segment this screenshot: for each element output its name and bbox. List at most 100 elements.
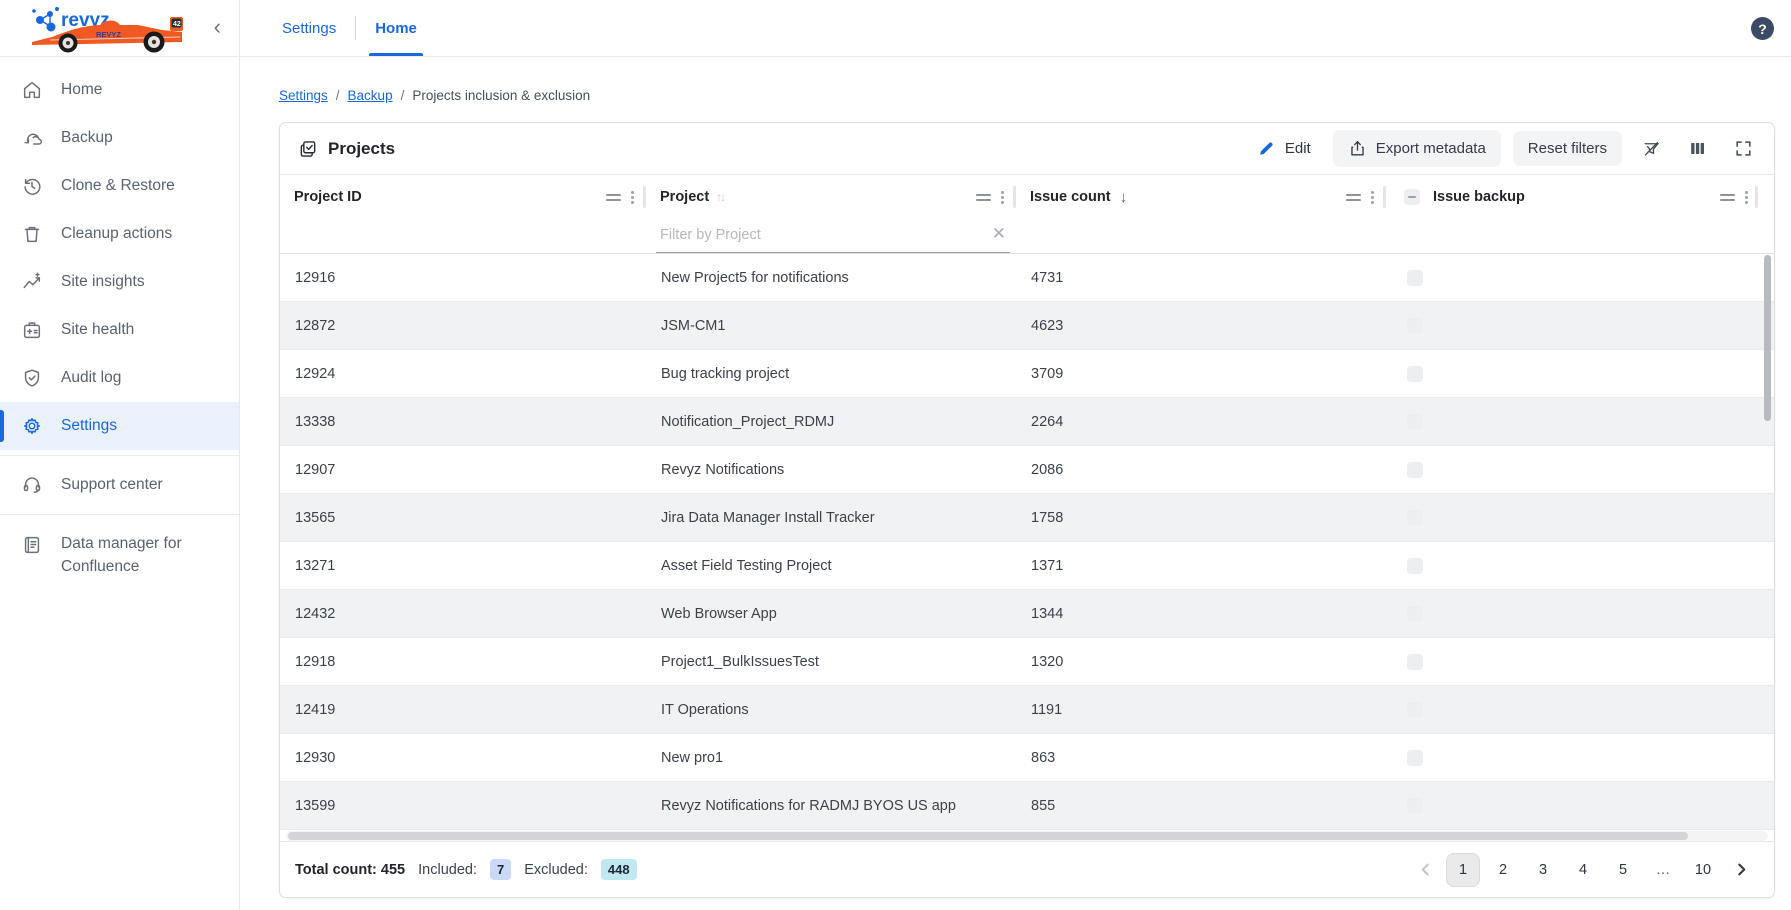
column-label: Project bbox=[660, 189, 709, 205]
sidebar: revyz 42 REVYZ ‹ Home bbox=[0, 0, 240, 910]
vertical-scrollbar[interactable] bbox=[1764, 255, 1771, 898]
issue-backup-checkbox[interactable] bbox=[1407, 414, 1423, 430]
filter-off-icon bbox=[1642, 139, 1661, 158]
sidebar-item-label: Support center bbox=[61, 476, 163, 494]
column-drag-handle[interactable] bbox=[1346, 194, 1361, 201]
previous-page-icon[interactable] bbox=[1410, 853, 1440, 887]
table-row[interactable]: 12872 JSM-CM1 4623 bbox=[280, 302, 1774, 350]
column-drag-handle[interactable] bbox=[1720, 194, 1735, 201]
export-metadata-button[interactable]: Export metadata bbox=[1333, 130, 1501, 167]
page-button-4[interactable]: 4 bbox=[1566, 853, 1600, 887]
health-badge-icon bbox=[21, 319, 43, 341]
table-row[interactable]: 12907 Revyz Notifications 2086 bbox=[280, 446, 1774, 494]
table-row[interactable]: 12916 New Project5 for notifications 473… bbox=[280, 254, 1774, 302]
help-icon[interactable]: ? bbox=[1751, 17, 1774, 40]
issue-backup-checkbox[interactable] bbox=[1407, 558, 1423, 574]
filter-off-button[interactable] bbox=[1634, 134, 1668, 164]
sidebar-item-cleanup-actions[interactable]: Cleanup actions bbox=[0, 210, 239, 258]
table-row[interactable]: 12419 IT Operations 1191 bbox=[280, 686, 1774, 734]
sidebar-item-backup[interactable]: Backup bbox=[0, 114, 239, 162]
table-row[interactable]: 12918 Project1_BulkIssuesTest 1320 bbox=[280, 638, 1774, 686]
cell-issue-backup bbox=[1386, 494, 1774, 541]
next-page-icon[interactable] bbox=[1726, 853, 1756, 887]
table-row[interactable]: 13599 Revyz Notifications for RADMJ BYOS… bbox=[280, 782, 1774, 830]
issue-backup-checkbox[interactable] bbox=[1407, 510, 1423, 526]
horizontal-scrollbar[interactable] bbox=[286, 831, 1768, 841]
fullscreen-button[interactable] bbox=[1726, 134, 1760, 164]
sort-desc-icon[interactable]: ↓ bbox=[1120, 189, 1128, 206]
issue-backup-checkbox[interactable] bbox=[1407, 606, 1423, 622]
column-menu-icon[interactable] bbox=[1001, 191, 1004, 204]
issue-backup-checkbox[interactable] bbox=[1407, 750, 1423, 766]
horizontal-scrollbar-thumb[interactable] bbox=[288, 832, 1688, 840]
sidebar-item-home[interactable]: Home bbox=[0, 66, 239, 114]
sidebar-divider bbox=[0, 455, 239, 456]
columns-button[interactable] bbox=[1680, 134, 1714, 164]
vertical-scrollbar-thumb[interactable] bbox=[1764, 255, 1771, 421]
cell-issue-count: 1320 bbox=[1016, 638, 1386, 685]
column-header-issue-count[interactable]: Issue count ↓ bbox=[1016, 175, 1386, 219]
clear-filter-icon[interactable]: ✕ bbox=[988, 224, 1010, 248]
cell-issue-backup bbox=[1386, 782, 1774, 829]
tab-settings[interactable]: Settings bbox=[278, 0, 340, 56]
column-drag-handle[interactable] bbox=[976, 194, 991, 201]
column-header-project[interactable]: Project ↑↓ bbox=[646, 175, 1016, 219]
cell-project: IT Operations bbox=[646, 686, 1016, 733]
table-row[interactable]: 12924 Bug tracking project 3709 bbox=[280, 350, 1774, 398]
select-all-checkbox[interactable] bbox=[1404, 189, 1420, 205]
sidebar-collapse-icon[interactable]: ‹ bbox=[214, 16, 221, 38]
projects-card: Projects Edit Export metadata Reset filt… bbox=[279, 122, 1775, 898]
sidebar-item-site-insights[interactable]: Site insights bbox=[0, 258, 239, 306]
issue-backup-checkbox[interactable] bbox=[1407, 462, 1423, 478]
sidebar-item-audit-log[interactable]: Audit log bbox=[0, 354, 239, 402]
sidebar-item-settings[interactable]: Settings bbox=[0, 402, 239, 450]
sidebar-item-label: Backup bbox=[61, 129, 113, 147]
breadcrumb-link-settings[interactable]: Settings bbox=[279, 88, 328, 103]
page-button-5[interactable]: 5 bbox=[1606, 853, 1640, 887]
cell-issue-backup bbox=[1386, 638, 1774, 685]
pagination: 12345…10 bbox=[1410, 853, 1756, 887]
table-row[interactable]: 12432 Web Browser App 1344 bbox=[280, 590, 1774, 638]
sidebar-item-site-health[interactable]: Site health bbox=[0, 306, 239, 354]
cell-issue-count: 855 bbox=[1016, 782, 1386, 829]
column-menu-icon[interactable] bbox=[1745, 191, 1748, 204]
column-header-issue-backup[interactable]: Issue backup bbox=[1386, 175, 1774, 219]
issue-backup-checkbox[interactable] bbox=[1407, 654, 1423, 670]
sidebar-nav: Home Backup Clone & Restore Cleanup acti… bbox=[0, 66, 239, 450]
sidebar-item-support-center[interactable]: Support center bbox=[0, 461, 239, 509]
page-button-10[interactable]: 10 bbox=[1686, 853, 1720, 887]
page-content: Settings / Backup / Projects inclusion &… bbox=[240, 57, 1791, 910]
issue-backup-checkbox[interactable] bbox=[1407, 270, 1423, 286]
cell-project: New Project5 for notifications bbox=[646, 254, 1016, 301]
column-drag-handle[interactable] bbox=[606, 194, 621, 201]
table-row[interactable]: 13271 Asset Field Testing Project 1371 bbox=[280, 542, 1774, 590]
edit-button[interactable]: Edit bbox=[1247, 132, 1321, 165]
filter-by-project-input[interactable] bbox=[656, 223, 988, 249]
table-row[interactable]: 13565 Jira Data Manager Install Tracker … bbox=[280, 494, 1774, 542]
tab-home[interactable]: Home bbox=[371, 0, 421, 56]
sidebar-item-data-manager-confluence[interactable]: Data manager for Confluence bbox=[0, 520, 239, 590]
table-row[interactable]: 12930 New pro1 863 bbox=[280, 734, 1774, 782]
column-menu-icon[interactable] bbox=[1371, 191, 1374, 204]
table-row[interactable]: 13338 Notification_Project_RDMJ 2264 bbox=[280, 398, 1774, 446]
sidebar-item-label: Settings bbox=[61, 417, 117, 435]
issue-backup-checkbox[interactable] bbox=[1407, 318, 1423, 334]
page-button-3[interactable]: 3 bbox=[1526, 853, 1560, 887]
cell-issue-backup bbox=[1386, 398, 1774, 445]
column-menu-icon[interactable] bbox=[631, 191, 634, 204]
svg-text:REVYZ: REVYZ bbox=[96, 30, 121, 39]
issue-backup-checkbox[interactable] bbox=[1407, 702, 1423, 718]
sidebar-item-clone-restore[interactable]: Clone & Restore bbox=[0, 162, 239, 210]
logo-area: revyz 42 REVYZ ‹ bbox=[0, 0, 239, 57]
cell-project: JSM-CM1 bbox=[646, 302, 1016, 349]
reset-filters-button[interactable]: Reset filters bbox=[1513, 131, 1622, 166]
column-header-project-id[interactable]: Project ID bbox=[280, 175, 646, 219]
export-metadata-label: Export metadata bbox=[1376, 140, 1486, 157]
page-button-1[interactable]: 1 bbox=[1446, 853, 1480, 887]
page-button-2[interactable]: 2 bbox=[1486, 853, 1520, 887]
issue-backup-checkbox[interactable] bbox=[1407, 798, 1423, 814]
breadcrumb-link-backup[interactable]: Backup bbox=[348, 88, 393, 103]
headset-icon bbox=[21, 474, 43, 496]
sort-both-icon[interactable]: ↑↓ bbox=[716, 190, 724, 204]
issue-backup-checkbox[interactable] bbox=[1407, 366, 1423, 382]
